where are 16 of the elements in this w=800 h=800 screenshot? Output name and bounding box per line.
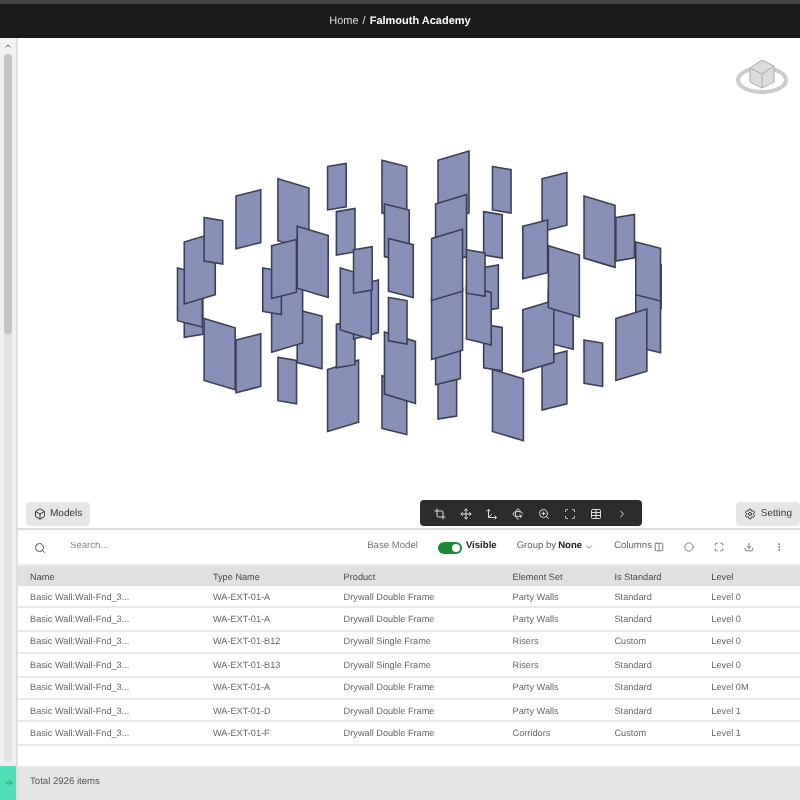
visibility-toggle[interactable] [437, 541, 462, 553]
cube-icon [34, 507, 46, 519]
chevron-down-icon [584, 542, 595, 552]
move-icon[interactable] [460, 507, 473, 519]
chevron-right-icon[interactable] [616, 507, 629, 519]
fullscreen-icon[interactable] [714, 542, 724, 552]
zoom-icon[interactable] [538, 507, 551, 519]
search-icon [34, 541, 46, 553]
download-icon[interactable] [744, 542, 754, 552]
settings-icon [744, 507, 757, 519]
columns-icon [654, 542, 664, 552]
crop-icon[interactable] [434, 507, 447, 519]
rotate-icon[interactable] [512, 507, 525, 519]
table-icon[interactable] [590, 507, 603, 519]
scrollbar-thumb[interactable] [4, 54, 12, 334]
arrow-icon [3, 778, 13, 788]
